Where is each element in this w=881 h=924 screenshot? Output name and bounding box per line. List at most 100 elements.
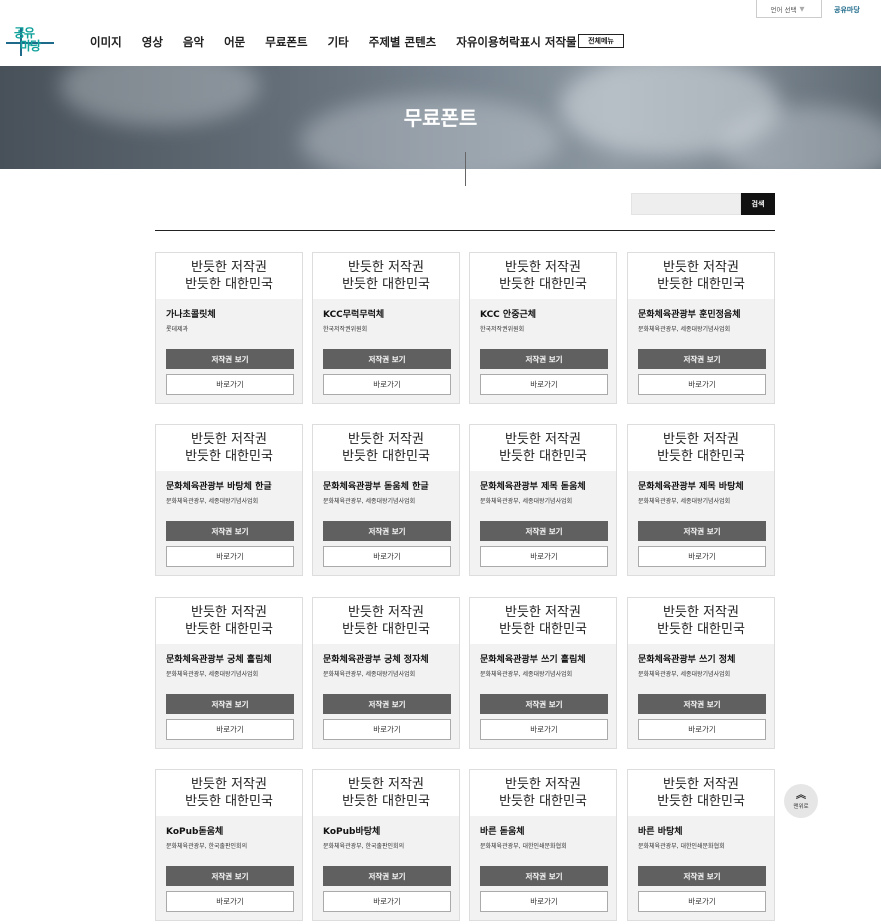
- banner-divider: [465, 152, 466, 186]
- view-copyright-button[interactable]: 저작권 보기: [480, 349, 608, 369]
- view-copyright-button[interactable]: 저작권 보기: [480, 694, 608, 714]
- main-nav: 이미지 영상 음악 어문 무료폰트 기타 주제별 콘텐츠 자유이용허락표시 저작…: [90, 32, 597, 52]
- view-copyright-button[interactable]: 저작권 보기: [323, 521, 451, 541]
- font-card: 반듯한 저작권 반듯한 대한민국 문화체육관광부 궁체 흘림체 문화체육관광부, 세종…: [155, 597, 303, 749]
- go-to-button[interactable]: 바로가기: [638, 374, 766, 395]
- font-owner: 문화체육관광부, 세종대왕기념사업회: [480, 498, 573, 505]
- view-copyright-button[interactable]: 저작권 보기: [166, 349, 294, 369]
- view-copyright-button[interactable]: 저작권 보기: [323, 694, 451, 714]
- font-preview: 반듯한 저작권 반듯한 대한민국: [313, 770, 459, 816]
- font-name: 문화체육관광부 궁체 정자체: [323, 655, 429, 665]
- font-owner: 문화체육관광부, 세종대왕기념사업회: [638, 671, 731, 678]
- go-to-button[interactable]: 바로가기: [638, 719, 766, 740]
- font-name: 문화체육관광부 바탕체 한글: [166, 482, 272, 492]
- font-preview-line: 반듯한 저작권: [505, 777, 581, 792]
- all-menu-button[interactable]: 전체메뉴: [578, 34, 624, 48]
- font-preview-line: 반듯한 대한민국: [657, 622, 745, 637]
- scroll-to-top-button[interactable]: ︽ 맨위로: [784, 784, 818, 818]
- view-copyright-button[interactable]: 저작권 보기: [166, 866, 294, 886]
- search-input[interactable]: [631, 193, 741, 215]
- font-owner: 문화체육관광부, 세종대왕기념사업회: [166, 498, 259, 505]
- font-preview-line: 반듯한 대한민국: [185, 449, 273, 464]
- font-card: 반듯한 저작권 반듯한 대한민국 가나초콜릿체 롯데제과 저작권 보기 바로가기: [155, 252, 303, 404]
- nav-item-text[interactable]: 어문: [224, 34, 245, 50]
- font-owner: 문화체육관광부, 세종대왕기념사업회: [638, 498, 731, 505]
- go-to-button[interactable]: 바로가기: [323, 719, 451, 740]
- go-to-button[interactable]: 바로가기: [323, 891, 451, 912]
- go-to-button[interactable]: 바로가기: [323, 546, 451, 567]
- page-title: 무료폰트: [403, 106, 478, 130]
- font-preview-line: 반듯한 저작권: [663, 432, 739, 447]
- font-owner: 문화체육관광부, 한국출판인회의: [166, 843, 248, 850]
- view-copyright-button[interactable]: 저작권 보기: [323, 866, 451, 886]
- font-name: 문화체육관광부 제목 돋움체: [480, 482, 586, 492]
- go-to-button[interactable]: 바로가기: [638, 891, 766, 912]
- font-preview-line: 반듯한 저작권: [348, 260, 424, 275]
- view-copyright-button[interactable]: 저작권 보기: [638, 349, 766, 369]
- go-to-button[interactable]: 바로가기: [480, 374, 608, 395]
- search-button[interactable]: 검색: [741, 193, 775, 215]
- nav-item-video[interactable]: 영상: [142, 34, 163, 50]
- font-preview: 반듯한 저작권 반듯한 대한민국: [313, 425, 459, 471]
- font-preview-line: 반듯한 저작권: [505, 605, 581, 620]
- go-to-button[interactable]: 바로가기: [166, 719, 294, 740]
- font-preview-line: 반듯한 저작권: [663, 777, 739, 792]
- font-name: 문화체육관광부 제목 바탕체: [638, 482, 744, 492]
- nav-item-topic-content[interactable]: 주제별 콘텐츠: [369, 34, 436, 50]
- font-preview-line: 반듯한 대한민국: [342, 449, 430, 464]
- view-copyright-button[interactable]: 저작권 보기: [638, 866, 766, 886]
- view-copyright-button[interactable]: 저작권 보기: [480, 866, 608, 886]
- site-logo[interactable]: 공유 마당: [6, 22, 54, 58]
- font-name: 문화체육관광부 쓰기 정체: [638, 655, 736, 665]
- font-preview-line: 반듯한 저작권: [348, 605, 424, 620]
- font-preview-line: 반듯한 저작권: [191, 432, 267, 447]
- view-copyright-button[interactable]: 저작권 보기: [480, 521, 608, 541]
- font-name: 문화체육관광부 훈민정음체: [638, 310, 741, 320]
- font-preview-line: 반듯한 대한민국: [499, 277, 587, 292]
- font-card: 반듯한 저작권 반듯한 대한민국 문화체육관광부 쓰기 흘림체 문화체육관광부, 세종…: [469, 597, 617, 749]
- nav-item-free-font[interactable]: 무료폰트: [265, 34, 307, 50]
- font-preview: 반듯한 저작권반듯한 대한민국: [470, 253, 616, 299]
- view-copyright-button[interactable]: 저작권 보기: [323, 349, 451, 369]
- font-name: KCC 안중근체: [480, 310, 537, 320]
- font-preview-line: 반듯한 대한민국: [185, 794, 273, 809]
- page-banner: 무료폰트: [0, 66, 881, 169]
- go-to-button[interactable]: 바로가기: [480, 719, 608, 740]
- nav-item-etc[interactable]: 기타: [328, 34, 349, 50]
- double-chevron-up-icon: ︽: [796, 790, 806, 801]
- gongu-link[interactable]: 공유마당: [834, 5, 860, 15]
- go-to-button[interactable]: 바로가기: [323, 374, 451, 395]
- font-name: 바른 돋움체: [480, 827, 525, 837]
- font-name: 문화체육관광부 궁체 흘림체: [166, 655, 272, 665]
- go-to-button[interactable]: 바로가기: [166, 891, 294, 912]
- view-copyright-button[interactable]: 저작권 보기: [638, 521, 766, 541]
- font-preview-line: 반듯한 저작권: [505, 260, 581, 275]
- font-name: 문화체육관광부 돋움체 한글: [323, 482, 429, 492]
- go-to-button[interactable]: 바로가기: [638, 546, 766, 567]
- font-name: 바른 바탕체: [638, 827, 683, 837]
- logo-text-bottom: 마당: [20, 39, 41, 53]
- font-preview-line: 반듯한 대한민국: [499, 622, 587, 637]
- language-select[interactable]: 언어 선택 ▼: [756, 0, 822, 18]
- go-to-button[interactable]: 바로가기: [480, 891, 608, 912]
- font-owner: 한국저작권위원회: [323, 326, 368, 333]
- site-header: 공유 마당 이미지 영상 음악 어문 무료폰트 기타 주제별 콘텐츠 자유이용허…: [0, 0, 881, 66]
- view-copyright-button[interactable]: 저작권 보기: [638, 694, 766, 714]
- nav-item-image[interactable]: 이미지: [90, 34, 122, 50]
- nav-item-music[interactable]: 음악: [183, 34, 204, 50]
- view-copyright-button[interactable]: 저작권 보기: [166, 521, 294, 541]
- font-card: 반듯한 저작권 반듯한 대한민국 문화체육관광부 제목 바탕체 문화체육관광부, 세종…: [627, 424, 775, 576]
- font-preview-line: 반듯한 저작권: [663, 605, 739, 620]
- scroll-to-top-label: 맨위로: [793, 804, 809, 810]
- view-copyright-button[interactable]: 저작권 보기: [166, 694, 294, 714]
- font-owner: 문화체육관광부, 한국출판인회의: [323, 843, 405, 850]
- go-to-button[interactable]: 바로가기: [480, 546, 608, 567]
- font-name: 가나초콜릿체: [166, 310, 216, 320]
- font-preview: 반듯한 저작권반듯한 대한민국: [156, 425, 302, 471]
- nav-item-free-license[interactable]: 자유이용허락표시 저작물: [456, 34, 576, 50]
- font-preview-line: 반듯한 대한민국: [185, 277, 273, 292]
- font-owner: 문화체육관광부, 세종대왕기념사업회: [166, 671, 259, 678]
- go-to-button[interactable]: 바로가기: [166, 546, 294, 567]
- go-to-button[interactable]: 바로가기: [166, 374, 294, 395]
- font-preview: 반듯한 저작권 반듯한 대한민국: [628, 770, 774, 816]
